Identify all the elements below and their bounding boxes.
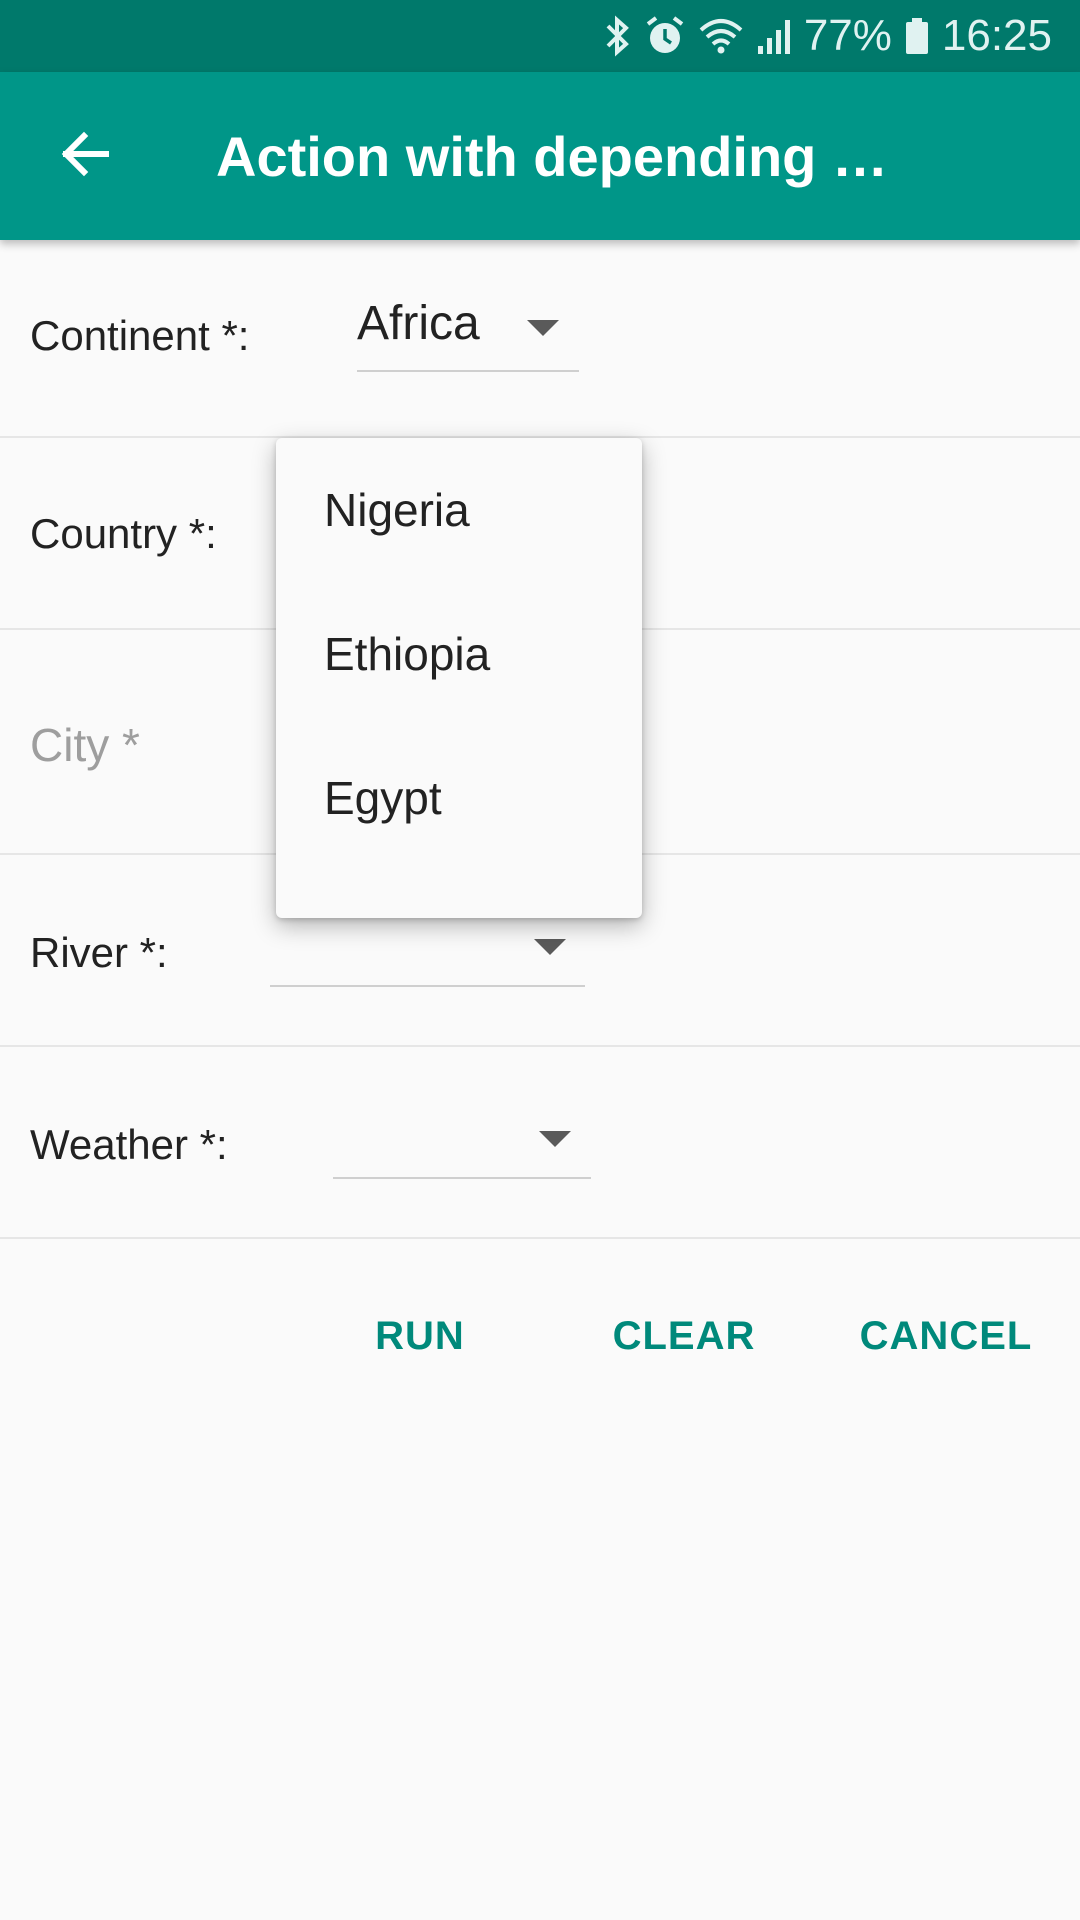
continent-label: Continent *:	[30, 312, 250, 359]
battery-icon	[904, 14, 930, 58]
wifi-icon	[698, 14, 744, 58]
back-button[interactable]	[44, 116, 124, 196]
battery-percent: 77%	[803, 11, 892, 60]
app-bar: Action with depending …	[0, 72, 1080, 240]
arrow-back-icon	[56, 126, 112, 187]
status-icons: 77% 16:25	[602, 0, 1052, 72]
weather-label: Weather *:	[30, 1121, 228, 1168]
run-button[interactable]: RUN	[356, 1300, 484, 1372]
river-label: River *:	[30, 929, 168, 976]
signal-icon	[756, 14, 792, 58]
status-bar: 77% 16:25	[0, 0, 1080, 72]
city-input[interactable]: City *	[30, 718, 140, 772]
clear-button[interactable]: CLEAR	[604, 1300, 764, 1372]
bluetooth-icon	[602, 14, 632, 58]
country-dropdown-menu: Nigeria Ethiopia Egypt	[276, 438, 642, 918]
menu-item-nigeria[interactable]: Nigeria	[276, 438, 642, 582]
alarm-icon	[644, 14, 686, 58]
river-select[interactable]	[270, 907, 585, 987]
weather-select[interactable]	[333, 1099, 591, 1179]
chevron-down-icon	[534, 939, 566, 955]
continent-row: Continent *: Africa	[0, 240, 1080, 438]
continent-select[interactable]: Africa	[357, 292, 579, 372]
chevron-down-icon	[527, 320, 559, 336]
page-title: Action with depending …	[216, 124, 888, 188]
continent-value: Africa	[357, 297, 480, 350]
weather-row: Weather *:	[0, 1047, 1080, 1239]
menu-item-ethiopia[interactable]: Ethiopia	[276, 582, 642, 726]
menu-item-egypt[interactable]: Egypt	[276, 726, 642, 870]
cancel-button[interactable]: CANCEL	[856, 1300, 1036, 1372]
chevron-down-icon	[539, 1131, 571, 1147]
clock-time: 16:25	[941, 11, 1052, 60]
country-label: Country *:	[30, 510, 217, 557]
